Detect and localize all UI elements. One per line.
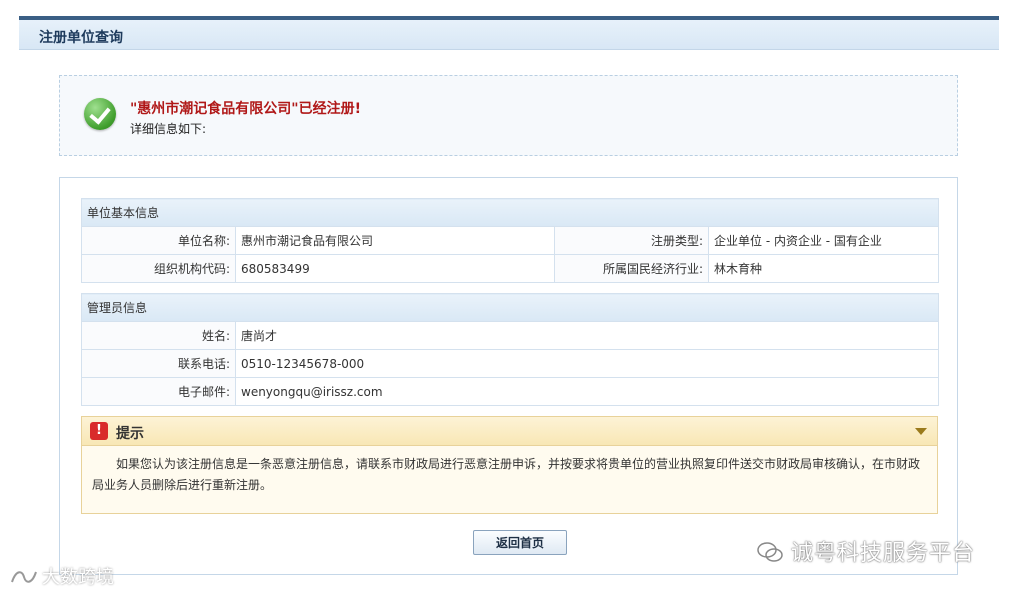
page-title-bar: 注册单位查询 [19,20,999,50]
industry-value: 林木育种 [707,254,940,283]
wechat-icon [757,542,783,562]
phone-label: 联系电话: [81,349,236,378]
table-row: 组织机构代码: 680583499 所属国民经济行业: 林木育种 [81,254,940,283]
table-row: 姓名: 唐尚才 [81,321,940,350]
unit-name-label: 单位名称: [81,226,236,255]
collapse-arrow-icon[interactable] [915,428,927,435]
watermark-left: 大数跨境 [10,563,114,589]
email-label: 电子邮件: [81,377,236,406]
warning-icon: ! [90,422,108,440]
basic-info-table: 单位基本信息 单位名称: 惠州市潮记食品有限公司 注册类型: 企业单位 - 内资… [80,198,940,283]
details-panel: 单位基本信息 单位名称: 惠州市潮记食品有限公司 注册类型: 企业单位 - 内资… [59,177,958,575]
brand-logo-icon [11,571,37,583]
admin-name-label: 姓名: [81,321,236,350]
org-code-label: 组织机构代码: [81,254,236,283]
table-row: 联系电话: 0510-12345678-000 [81,349,940,378]
phone-value: 0510-12345678-000 [234,349,940,378]
result-headline: "惠州市潮记食品有限公司"已经注册! [130,101,361,117]
registration-result-notice: "惠州市潮记食品有限公司"已经注册! 详细信息如下: [59,75,958,156]
admin-info-section-title: 管理员信息 [80,293,940,322]
success-check-icon [84,98,116,130]
unit-name-value: 惠州市潮记食品有限公司 [235,226,555,255]
watermark-right: 诚粤科技服务平台 [757,535,975,567]
table-row: 电子邮件: wenyongqu@irissz.com [81,377,940,406]
result-subtext: 详细信息如下: [130,122,207,136]
basic-info-section-title: 单位基本信息 [80,198,940,227]
page-title: 注册单位查询 [39,30,123,46]
table-row: 单位名称: 惠州市潮记食品有限公司 注册类型: 企业单位 - 内资企业 - 国有… [81,226,940,255]
registration-type-value: 企业单位 - 内资企业 - 国有企业 [707,226,940,255]
registration-type-label: 注册类型: [554,226,709,255]
watermark-left-text: 大数跨境 [42,567,114,588]
admin-info-table: 管理员信息 姓名: 唐尚才 联系电话: 0510-12345678-000 电子… [80,293,940,406]
tip-box: ! 提示 如果您认为该注册信息是一条恶意注册信息，请联系市财政局进行恶意注册申诉… [81,416,938,514]
industry-label: 所属国民经济行业: [554,254,709,283]
tip-body: 如果您认为该注册信息是一条恶意注册信息，请联系市财政局进行恶意注册申诉，并按要求… [92,457,921,492]
admin-name-value: 唐尚才 [234,321,940,350]
tip-title: 提示 [116,426,144,442]
org-code-value: 680583499 [235,254,555,283]
email-value: wenyongqu@irissz.com [234,377,940,406]
back-home-button[interactable]: 返回首页 [473,530,567,555]
tip-header[interactable]: ! 提示 [82,417,937,446]
watermark-right-text: 诚粤科技服务平台 [791,541,976,566]
